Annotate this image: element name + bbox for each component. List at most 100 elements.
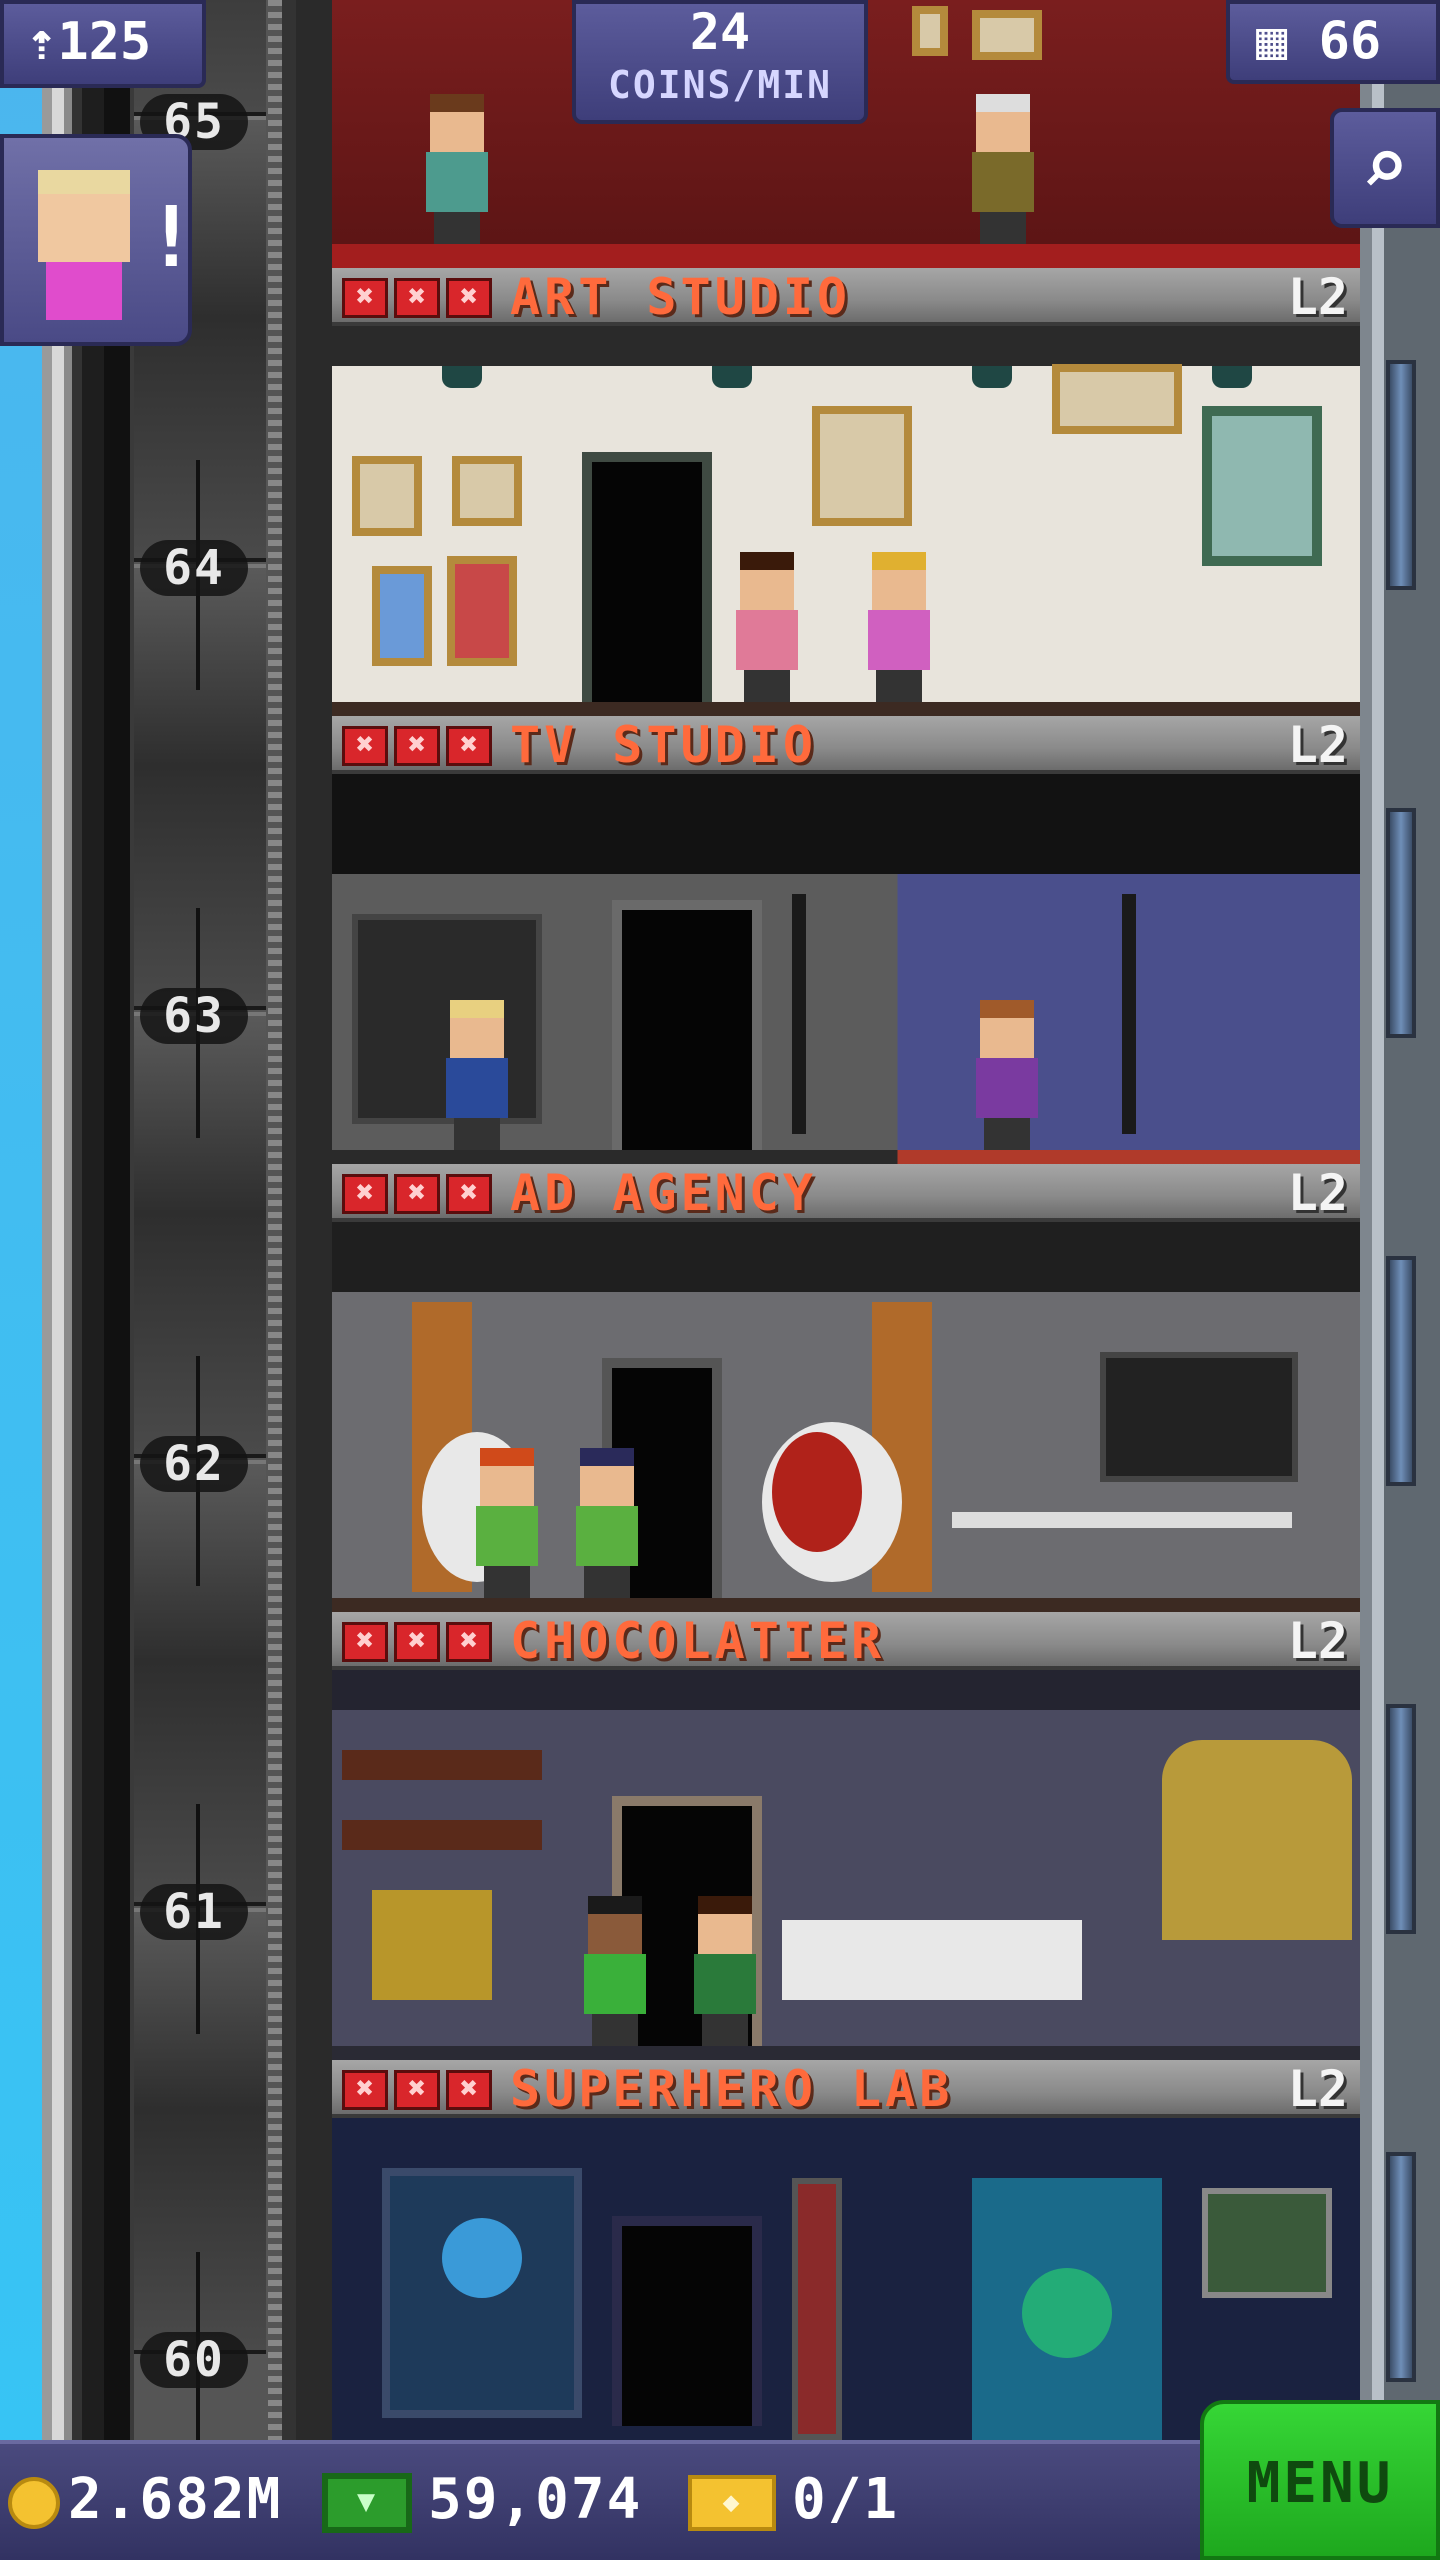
floor-chocolatier[interactable]: ✖ ✖ ✖ CHOCOLATIER L2	[332, 1612, 1360, 2060]
coin-icon	[8, 2476, 60, 2529]
star-empty-icon: ✖	[394, 278, 440, 318]
building-icon: ▦	[1256, 11, 1288, 71]
window-pane	[1202, 406, 1322, 566]
resident[interactable]	[968, 94, 1038, 244]
star-empty-icon: ✖	[446, 726, 492, 766]
floor-level: L2	[1287, 716, 1348, 774]
resident[interactable]	[690, 1896, 760, 2046]
floor-room[interactable]	[332, 326, 1360, 716]
elevator-cable	[268, 0, 282, 2440]
floor-name: ART STUDIO	[510, 268, 852, 326]
floor-level: L2	[1287, 1164, 1348, 1222]
star-empty-icon: ✖	[446, 1622, 492, 1662]
shaft-panel	[134, 1908, 266, 2354]
visitor-avatar-body	[46, 262, 122, 320]
ring-display	[1100, 1352, 1298, 1482]
window	[1386, 808, 1416, 1038]
floor-name: SUPERHERO LAB	[510, 2060, 954, 2118]
floor-counter[interactable]: ▦ 66	[1226, 0, 1440, 84]
bux-icon: ▼	[322, 2472, 412, 2533]
painting	[372, 566, 432, 666]
resident[interactable]	[422, 94, 492, 244]
star-empty-icon: ✖	[342, 2070, 388, 2110]
chocolate-pot	[372, 1890, 492, 2000]
floor-header: ✖ ✖ ✖ CHOCOLATIER L2	[332, 1612, 1360, 1670]
population-counter[interactable]: ⇡125	[0, 0, 206, 88]
resident[interactable]	[972, 1000, 1042, 1150]
glow-orb	[1022, 2268, 1112, 2358]
visitor-alert-button[interactable]: !	[0, 134, 197, 346]
star-empty-icon: ✖	[342, 726, 388, 766]
painting	[352, 456, 422, 536]
tower-edge	[42, 0, 82, 2440]
floor-header: ✖ ✖ ✖ AD AGENCY L2	[332, 1164, 1360, 1222]
star-empty-icon: ✖	[446, 1174, 492, 1214]
tickets-balance[interactable]: ◆ 0/1	[688, 2440, 899, 2560]
star-empty-icon: ✖	[394, 1174, 440, 1214]
floor-room[interactable]	[332, 774, 1360, 1164]
resident[interactable]	[732, 552, 802, 702]
floor-carpet	[332, 244, 1360, 268]
floor-stars: ✖ ✖ ✖	[342, 1622, 492, 1662]
floor-count-value: 66	[1318, 11, 1382, 71]
floor-name: TV STUDIO	[510, 716, 817, 774]
shaft-panel	[134, 564, 266, 1010]
star-empty-icon: ✖	[394, 2070, 440, 2110]
star-empty-icon: ✖	[342, 1174, 388, 1214]
floor-level: L2	[1287, 2060, 1348, 2118]
painting	[812, 406, 912, 526]
star-empty-icon: ✖	[342, 1622, 388, 1662]
hero-silhouette	[442, 2218, 522, 2298]
window	[1386, 360, 1416, 590]
chocolate-vat	[1162, 1740, 1352, 1940]
floor-level: L2	[1287, 1612, 1348, 1670]
camera-stand	[792, 894, 806, 1134]
floor-room[interactable]	[332, 1670, 1360, 2060]
counter	[782, 1920, 1082, 2000]
resident[interactable]	[580, 1896, 650, 2046]
painting	[1052, 364, 1182, 434]
star-empty-icon: ✖	[394, 1622, 440, 1662]
star-empty-icon: ✖	[446, 2070, 492, 2110]
floor-name: CHOCOLATIER	[510, 1612, 886, 1670]
floor-header: ✖ ✖ ✖ SUPERHERO LAB L2	[332, 2060, 1360, 2118]
person-up-icon: ⇡	[26, 12, 58, 72]
bux-value: 59,074	[428, 2467, 643, 2532]
painting	[447, 556, 517, 666]
star-empty-icon: ✖	[446, 278, 492, 318]
desk	[952, 1512, 1292, 1528]
search-button[interactable]: ⌕	[1330, 108, 1440, 228]
floor-room[interactable]	[332, 1222, 1360, 1612]
floor-number-60: 60	[140, 2332, 248, 2388]
resident[interactable]	[472, 1448, 542, 1598]
window	[1386, 1704, 1416, 1934]
bux-balance[interactable]: ▼ 59,074	[322, 2440, 642, 2560]
coins-balance[interactable]: 2.682M	[8, 2440, 282, 2560]
resident[interactable]	[572, 1448, 642, 1598]
floor-header: ✖ ✖ ✖ TV STUDIO L2	[332, 716, 1360, 774]
floor-room[interactable]	[332, 2118, 1360, 2440]
resident[interactable]	[442, 1000, 512, 1150]
floor-number-63: 63	[140, 988, 248, 1044]
coins-per-minute-display: 24 COINS/MIN	[572, 0, 868, 124]
tickets-value: 0/1	[792, 2467, 900, 2532]
floor-art-studio[interactable]: ✖ ✖ ✖ ART STUDIO L2	[332, 268, 1360, 716]
floor-stars: ✖ ✖ ✖	[342, 2070, 492, 2110]
magnifier-icon: ⌕	[1360, 120, 1410, 213]
ticket-icon: ◆	[688, 2474, 776, 2531]
floor-stars: ✖ ✖ ✖	[342, 278, 492, 318]
floor-level: L2	[1287, 268, 1348, 326]
resident[interactable]	[864, 552, 934, 702]
window	[1386, 1256, 1416, 1486]
floor-tv-studio[interactable]: ✖ ✖ ✖ TV STUDIO L2	[332, 716, 1360, 1164]
menu-button[interactable]: MENU	[1200, 2400, 1440, 2560]
coins-per-minute-label: COINS/MIN	[608, 63, 832, 107]
alert-mark: !	[146, 188, 197, 286]
floor-header: ✖ ✖ ✖ ART STUDIO L2	[332, 268, 1360, 326]
painting	[452, 456, 522, 526]
floor-ad-agency[interactable]: ✖ ✖ ✖ AD AGENCY L2	[332, 1164, 1360, 1612]
floor-superhero-lab[interactable]: ✖ ✖ ✖ SUPERHERO LAB L2	[332, 2060, 1360, 2440]
floor-stars: ✖ ✖ ✖	[342, 1174, 492, 1214]
sky-background	[0, 0, 42, 2440]
dna-tube	[792, 2178, 842, 2440]
